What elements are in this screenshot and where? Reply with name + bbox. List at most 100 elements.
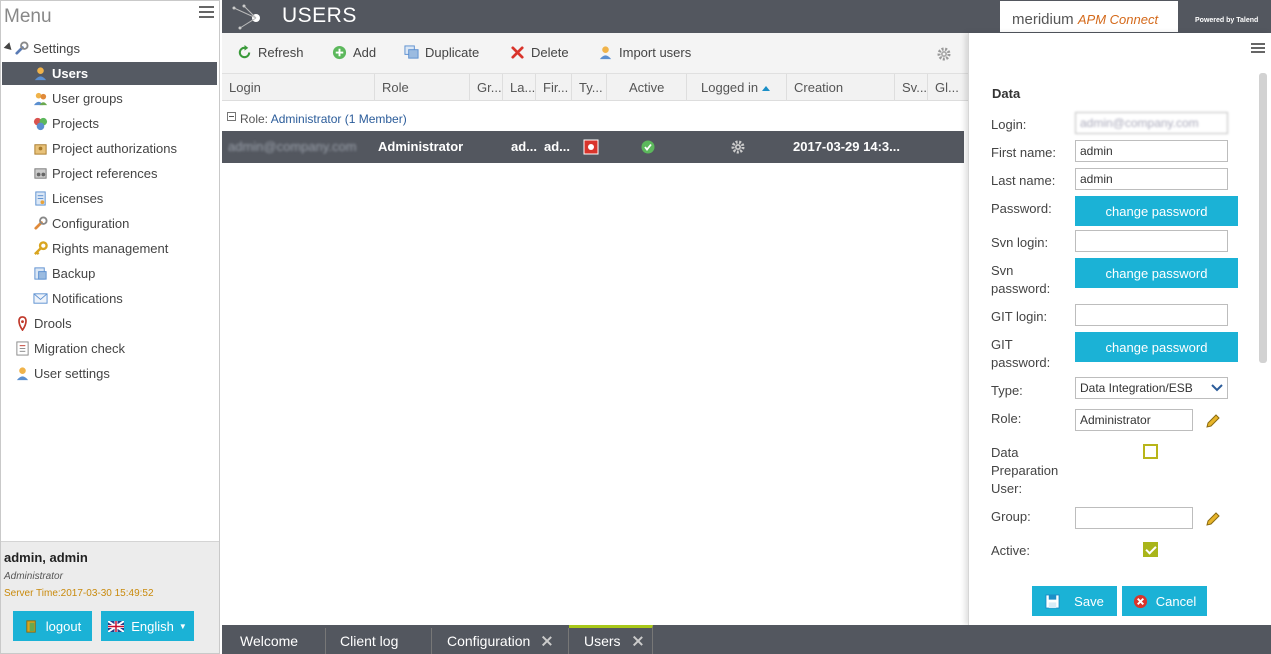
first-name-field[interactable] <box>1075 140 1228 162</box>
sidebar-item-label: Project references <box>52 166 158 181</box>
column-header-logged-in[interactable]: Logged in <box>687 74 787 101</box>
projects-icon <box>33 117 48 131</box>
sidebar-item-configuration[interactable]: Configuration <box>33 212 129 235</box>
brand-name: meridium <box>1012 11 1074 28</box>
refresh-label: Refresh <box>258 45 304 60</box>
expand-arrow-icon[interactable] <box>3 42 15 53</box>
sidebar-item-notifications[interactable]: Notifications <box>33 287 123 310</box>
sidebar-item-label: Licenses <box>52 191 104 206</box>
collapse-toggle-icon[interactable] <box>227 112 236 121</box>
sidebar-item-project-authorizations[interactable]: Project authorizations <box>33 137 177 160</box>
sidebar-item-users[interactable]: Users <box>2 62 217 85</box>
group-prefix: Role: <box>240 112 271 126</box>
column-header-first-name[interactable]: Fir... <box>536 74 572 101</box>
hamburger-menu-icon[interactable] <box>199 6 214 19</box>
group-row[interactable]: Role: Administrator (1 Member) <box>222 109 968 129</box>
sidebar-item-licenses[interactable]: Licenses <box>33 187 103 210</box>
column-header-active[interactable]: Active <box>607 74 687 101</box>
type-icon <box>583 139 599 155</box>
language-selector[interactable]: English ▼ <box>101 611 194 641</box>
sidebar-item-project-references[interactable]: Project references <box>33 162 158 185</box>
sidebar-item-label: Settings <box>33 41 80 56</box>
column-header-type[interactable]: Ty... <box>572 74 607 101</box>
pencil-icon[interactable] <box>1205 511 1221 527</box>
tab-configuration[interactable]: Configuration <box>432 628 569 654</box>
sidebar-item-settings[interactable]: Settings <box>14 37 80 60</box>
column-header-global[interactable]: Gl... <box>928 74 968 101</box>
page-title: USERS <box>282 4 357 27</box>
save-button[interactable]: Save <box>1032 586 1117 616</box>
pencil-icon[interactable] <box>1205 413 1221 429</box>
tab-welcome[interactable]: Welcome <box>222 628 326 654</box>
add-button[interactable]: Add <box>332 45 376 60</box>
active-checkbox[interactable] <box>1143 542 1158 557</box>
delete-button[interactable]: Delete <box>510 45 569 60</box>
wrench-icon <box>15 41 29 55</box>
close-icon[interactable] <box>542 636 552 646</box>
close-icon[interactable] <box>633 636 643 646</box>
sort-ascending-icon <box>762 86 771 92</box>
svn-login-field[interactable] <box>1075 230 1228 252</box>
data-preparation-user-checkbox[interactable] <box>1143 444 1158 459</box>
table-row[interactable]: admin@company.com Administrator ad... ad… <box>222 131 964 163</box>
active-label: Active: <box>991 543 1031 558</box>
user-detail-panel: Data Login: First name: Last name: Passw… <box>968 33 1271 625</box>
cancel-button[interactable]: Cancel <box>1122 586 1207 616</box>
add-label: Add <box>353 45 377 60</box>
change-svn-password-button[interactable]: change password <box>1075 258 1238 288</box>
refresh-button[interactable]: Refresh <box>237 45 304 60</box>
group-value: Administrator (1 Member) <box>270 112 407 126</box>
logout-button[interactable]: logout <box>13 611 92 641</box>
column-header-role[interactable]: Role <box>375 74 470 101</box>
sidebar-item-projects[interactable]: Projects <box>33 112 99 135</box>
column-header-svn[interactable]: Sv... <box>895 74 928 101</box>
checklist-icon <box>16 341 29 356</box>
group-field[interactable] <box>1075 507 1193 529</box>
server-time: Server Time:2017-03-30 15:49:52 <box>4 588 154 599</box>
tab-client-log[interactable]: Client log <box>326 628 432 654</box>
sidebar-item-label: Backup <box>52 266 96 281</box>
delete-icon <box>511 46 524 59</box>
column-header-creation[interactable]: Creation <box>787 74 895 101</box>
data-preparation-user-label: Data Preparation User: <box>991 445 1059 496</box>
column-header-label: Logged in <box>701 80 759 95</box>
column-header-group[interactable]: Gr... <box>470 74 503 101</box>
gear-icon[interactable] <box>936 46 952 62</box>
change-git-password-button[interactable]: change password <box>1075 332 1238 362</box>
type-select[interactable]: Data Integration/ESB <box>1075 377 1228 399</box>
sidebar-item-user-groups[interactable]: User groups <box>33 87 123 110</box>
sidebar-item-drools[interactable]: Drools <box>15 312 72 335</box>
add-icon <box>332 45 347 60</box>
sidebar-item-migration-check[interactable]: Migration check <box>15 337 125 360</box>
group-label: Role: Administrator (1 Member) <box>240 112 407 126</box>
cell-creation: 2017-03-29 14:3... <box>793 139 900 154</box>
column-header-last-name[interactable]: La... <box>503 74 536 101</box>
duplicate-button[interactable]: Duplicate <box>404 45 479 60</box>
app-logo-icon <box>232 4 260 30</box>
sidebar-item-backup[interactable]: Backup <box>33 262 95 285</box>
brand-subtitle: APM Connect <box>1077 12 1159 27</box>
brand-logo: meridium APM Connect <box>999 0 1179 33</box>
key-icon <box>34 241 48 255</box>
git-login-field[interactable] <box>1075 304 1228 326</box>
user-icon <box>34 67 47 81</box>
tab-users[interactable]: Users <box>569 625 653 654</box>
last-name-field[interactable] <box>1075 168 1228 190</box>
menu-header: Menu <box>1 1 219 33</box>
role-field[interactable] <box>1075 409 1193 431</box>
scrollbar[interactable] <box>1259 73 1267 363</box>
change-password-button[interactable]: change password <box>1075 196 1238 226</box>
column-header-login[interactable]: Login <box>222 74 375 101</box>
sidebar-item-label: User settings <box>34 366 110 381</box>
hamburger-menu-icon[interactable] <box>1251 43 1265 55</box>
refresh-icon <box>238 45 251 59</box>
cell-last-name: ad... <box>511 139 538 154</box>
import-users-button[interactable]: Import users <box>598 45 691 60</box>
backup-icon <box>34 267 47 280</box>
tab-label: Configuration <box>447 633 531 649</box>
last-name-label: Last name: <box>991 173 1056 188</box>
sidebar-item-rights-management[interactable]: Rights management <box>33 237 168 260</box>
license-icon <box>35 191 46 206</box>
sidebar-item-user-settings[interactable]: User settings <box>15 362 110 385</box>
login-field[interactable] <box>1075 112 1228 134</box>
